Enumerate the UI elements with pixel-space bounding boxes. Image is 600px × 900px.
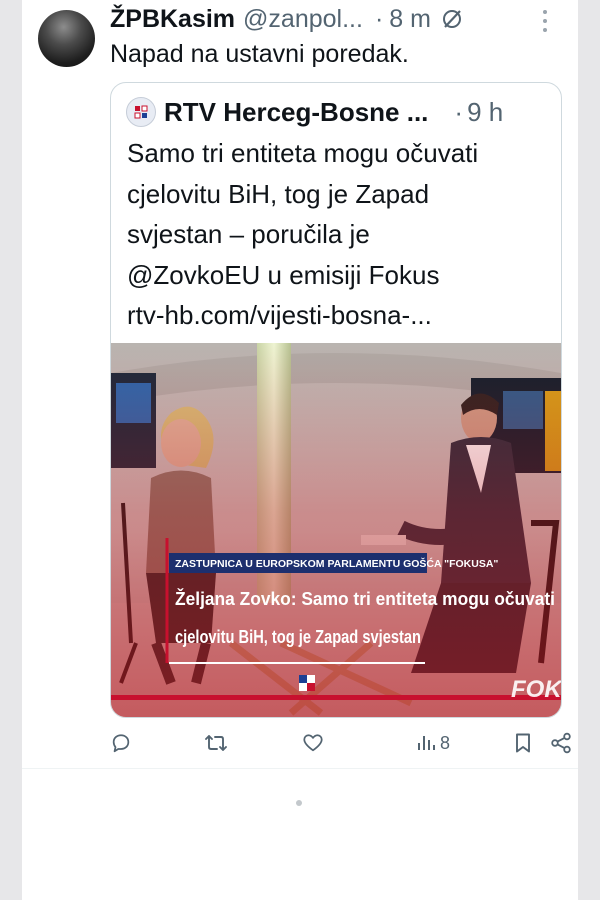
quote-header: RTV Herceg-Bosne ... · 9 h — [126, 95, 503, 129]
more-icon[interactable] — [542, 10, 548, 32]
views-count: 8 — [440, 732, 451, 753]
bookmark-icon — [513, 732, 533, 754]
tweet-text: Napad na ustavni poredak. — [110, 40, 409, 68]
quote-image[interactable]: ZASTUPNICA U EUROPSKOM PARLAMENTU GOŠĆA … — [111, 343, 561, 717]
like-button[interactable] — [302, 728, 324, 758]
rtv-logo-icon — [126, 97, 156, 127]
quote-text: Samo tri entiteta mogu očuvati cjelovitu… — [127, 133, 557, 336]
tweet-time[interactable]: 8 m — [389, 5, 431, 34]
image-subtitle-line2: cjelovitu BiH, tog je Zapad svjestan — [175, 627, 421, 647]
reply-button[interactable] — [110, 728, 132, 758]
share-button[interactable] — [550, 728, 572, 758]
views-button[interactable]: 8 — [416, 728, 450, 758]
image-watermark: FOK — [511, 676, 561, 703]
tweet-card[interactable]: ŽPBKasim @zanpol... · 8 m Napad na ustav… — [22, 0, 578, 900]
quote-text-line: cjelovitu BiH, tog je Zapad — [127, 178, 430, 209]
quote-text-line: svjestan – poručila je — [127, 219, 370, 249]
quote-author-name[interactable]: RTV Herceg-Bosne ... — [164, 97, 428, 128]
like-icon — [302, 732, 324, 754]
separator-dot: · — [374, 4, 384, 33]
quote-mention[interactable]: @ZovkoEU u emisiji Fokus — [127, 255, 557, 296]
channel-logo-icon — [299, 675, 315, 691]
tweet-header: ŽPBKasim @zanpol... · 8 m — [110, 2, 463, 36]
quote-text-line: Samo tri entiteta mogu očuvati — [127, 138, 479, 168]
share-icon — [550, 732, 572, 754]
author-name[interactable]: ŽPBKasim — [110, 5, 235, 34]
retweet-icon — [204, 732, 228, 754]
retweet-button[interactable] — [204, 728, 228, 758]
loading-indicator — [296, 800, 302, 806]
reply-icon — [110, 732, 132, 754]
quoted-tweet[interactable]: RTV Herceg-Bosne ... · 9 h Samo tri enti… — [110, 82, 562, 718]
views-icon — [416, 733, 436, 753]
divider — [22, 768, 578, 769]
author-handle[interactable]: @zanpol... — [243, 5, 363, 34]
grok-icon[interactable] — [441, 8, 463, 30]
bookmark-button[interactable] — [513, 728, 533, 758]
image-subtitle-line1: Željana Zovko: Samo tri entiteta mogu oč… — [175, 588, 555, 609]
action-bar: 8 — [110, 728, 572, 758]
image-subtitle-small: ZASTUPNICA U EUROPSKOM PARLAMENTU GOŠĆA … — [175, 557, 498, 570]
quote-time[interactable]: 9 h — [467, 97, 503, 128]
quote-separator-dot: · — [454, 96, 464, 127]
quote-link[interactable]: rtv-hb.com/vijesti-bosna-... — [127, 295, 557, 336]
avatar[interactable] — [38, 10, 95, 67]
